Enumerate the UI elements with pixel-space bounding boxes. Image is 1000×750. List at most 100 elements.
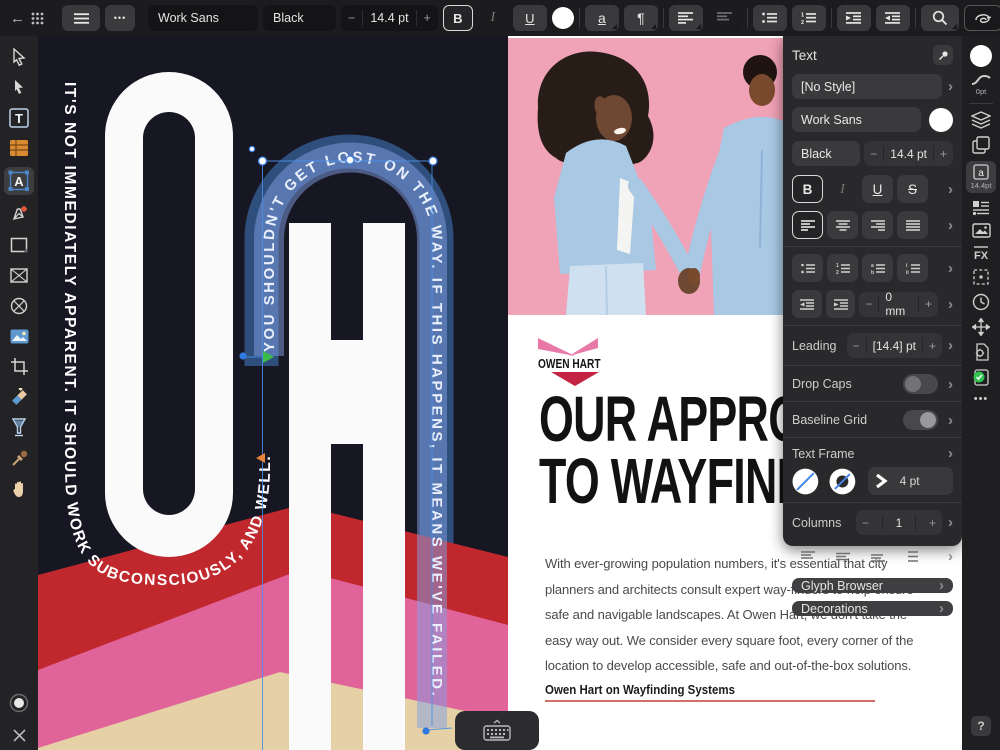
color-studio-swatch[interactable] xyxy=(970,45,992,67)
zoom-tool-button[interactable] xyxy=(920,5,959,31)
pages-studio[interactable] xyxy=(966,136,996,154)
columns-value[interactable]: 1 xyxy=(890,516,909,530)
panel-strikethrough-button[interactable]: S xyxy=(897,175,928,203)
align-last-button[interactable] xyxy=(708,5,742,31)
text-studio-selected[interactable]: a 14.4pt xyxy=(966,161,996,193)
list-chevron[interactable]: › xyxy=(948,261,953,276)
layers-studio[interactable] xyxy=(966,111,996,129)
fill-swatch[interactable] xyxy=(792,468,819,495)
pen-tool[interactable] xyxy=(4,203,34,226)
poster-artboard[interactable]: IT'S NOT IMMEDIATELY APPARENT. IT SHOULD… xyxy=(38,36,508,750)
panel-pin-button[interactable] xyxy=(933,45,953,65)
media-studio[interactable] xyxy=(966,223,996,238)
indent-plus[interactable]: + xyxy=(919,297,938,311)
indent-decrease-button[interactable] xyxy=(792,290,822,318)
bullet-list-button[interactable] xyxy=(752,5,787,31)
numbered-list-button[interactable]: 12 xyxy=(791,5,826,31)
picture-frame-rectangle-tool[interactable] xyxy=(4,264,34,287)
outdent-button[interactable] xyxy=(875,5,910,31)
character-button[interactable]: a xyxy=(584,5,619,31)
bullet-list-button-panel[interactable] xyxy=(792,254,823,282)
columns-minus[interactable]: − xyxy=(856,516,875,530)
indent-value[interactable]: 0 mm xyxy=(879,290,918,318)
letter-o[interactable] xyxy=(105,72,233,557)
style-chevron[interactable]: › xyxy=(942,79,953,94)
paragraph-style-field[interactable]: [No Style] xyxy=(792,74,942,99)
underline-button[interactable]: U xyxy=(512,5,547,31)
selection-handle[interactable] xyxy=(248,145,256,153)
selection-handle[interactable] xyxy=(345,155,355,165)
color-wheel-icon[interactable] xyxy=(9,693,29,713)
fx-studio[interactable]: FX xyxy=(966,245,996,261)
size-minus[interactable]: − xyxy=(864,147,883,161)
indent-minus[interactable]: − xyxy=(859,297,878,311)
panel-underline-button[interactable]: U xyxy=(862,175,893,203)
decorations-button[interactable]: Decorations › xyxy=(792,601,953,616)
fill-tool[interactable] xyxy=(4,386,34,409)
valign-top-button[interactable] xyxy=(792,542,823,570)
panel-bold-button[interactable]: B xyxy=(792,175,823,203)
artistic-text-tool[interactable]: A xyxy=(4,167,34,195)
menu-button[interactable] xyxy=(62,5,100,31)
indent-increase-button[interactable] xyxy=(825,290,856,318)
align-right-button[interactable] xyxy=(862,211,893,239)
leading-chevron[interactable]: › xyxy=(948,338,953,353)
home-button[interactable]: ← xyxy=(8,5,46,31)
italic-button[interactable]: I xyxy=(478,5,508,31)
panel-font-weight-field[interactable]: Black xyxy=(792,141,860,166)
baseline-grid-chevron[interactable]: › xyxy=(948,413,953,428)
history-studio[interactable] xyxy=(966,293,996,311)
align-left-button[interactable] xyxy=(668,5,703,31)
rectangle-tool[interactable] xyxy=(4,233,34,256)
caption-text[interactable]: Owen Hart on Wayfinding Systems xyxy=(545,683,735,697)
more-options-button[interactable]: ••• xyxy=(105,5,135,31)
columns-chevron[interactable]: › xyxy=(948,515,953,530)
align-justify-button[interactable] xyxy=(897,211,928,239)
place-image-tool[interactable] xyxy=(4,325,34,348)
align-center-button[interactable] xyxy=(827,211,858,239)
stroke-style-button[interactable]: 4 pt xyxy=(867,467,953,495)
font-family-field[interactable]: Work Sans xyxy=(148,5,258,31)
outline-list-button[interactable]: i ii xyxy=(897,254,928,282)
document-settings-studio[interactable] xyxy=(966,343,996,361)
selection-handle[interactable] xyxy=(428,156,438,166)
lettered-list-button[interactable]: ab xyxy=(862,254,893,282)
color-picker-tool[interactable] xyxy=(4,447,34,470)
stroke-studio[interactable]: 0pt xyxy=(966,74,996,96)
paragraph-button[interactable]: ¶ xyxy=(623,5,658,31)
navigator-studio[interactable] xyxy=(966,318,996,336)
paragraph-studio[interactable] xyxy=(966,200,996,216)
bold-button[interactable]: B xyxy=(442,5,473,31)
path-end-handle[interactable] xyxy=(422,727,430,735)
panel-font-family-field[interactable]: Work Sans xyxy=(792,107,921,132)
table-tool[interactable] xyxy=(4,137,34,160)
panel-italic-button[interactable]: I xyxy=(827,175,858,203)
panel-text-color-swatch[interactable] xyxy=(929,107,953,132)
leading-plus[interactable]: + xyxy=(923,339,942,353)
leading-minus[interactable]: − xyxy=(847,339,866,353)
valign-chevron[interactable]: › xyxy=(948,549,953,564)
path-start-handle[interactable] xyxy=(239,352,247,360)
close-icon[interactable] xyxy=(12,729,26,742)
help-button[interactable]: ? xyxy=(971,716,991,736)
columns-plus[interactable]: + xyxy=(923,516,942,530)
node-tool[interactable] xyxy=(4,76,34,99)
size-plus[interactable]: + xyxy=(934,147,953,161)
move-tool[interactable] xyxy=(4,45,34,68)
stroke-swatch[interactable] xyxy=(829,468,856,495)
align-chevron[interactable]: › xyxy=(948,218,953,233)
font-size-value[interactable]: 14.4 pt xyxy=(363,5,415,31)
drop-caps-chevron[interactable]: › xyxy=(948,377,953,392)
owen-hart-logo[interactable]: OWEN HART xyxy=(536,336,606,388)
baseline-grid-toggle[interactable] xyxy=(903,410,938,430)
indent-button[interactable] xyxy=(836,5,871,31)
view-tool[interactable] xyxy=(4,477,34,500)
gesture-select-button[interactable] xyxy=(963,5,1000,31)
keyboard-toggle-button[interactable] xyxy=(455,711,539,750)
leading-value[interactable]: [14.4] pt xyxy=(867,339,922,353)
valign-justify-button[interactable] xyxy=(897,542,928,570)
text-frame-chevron[interactable]: › xyxy=(948,446,953,461)
font-size-plus[interactable]: + xyxy=(417,5,438,31)
text-color-swatch[interactable] xyxy=(551,7,574,29)
size-value[interactable]: 14.4 pt xyxy=(884,147,933,161)
